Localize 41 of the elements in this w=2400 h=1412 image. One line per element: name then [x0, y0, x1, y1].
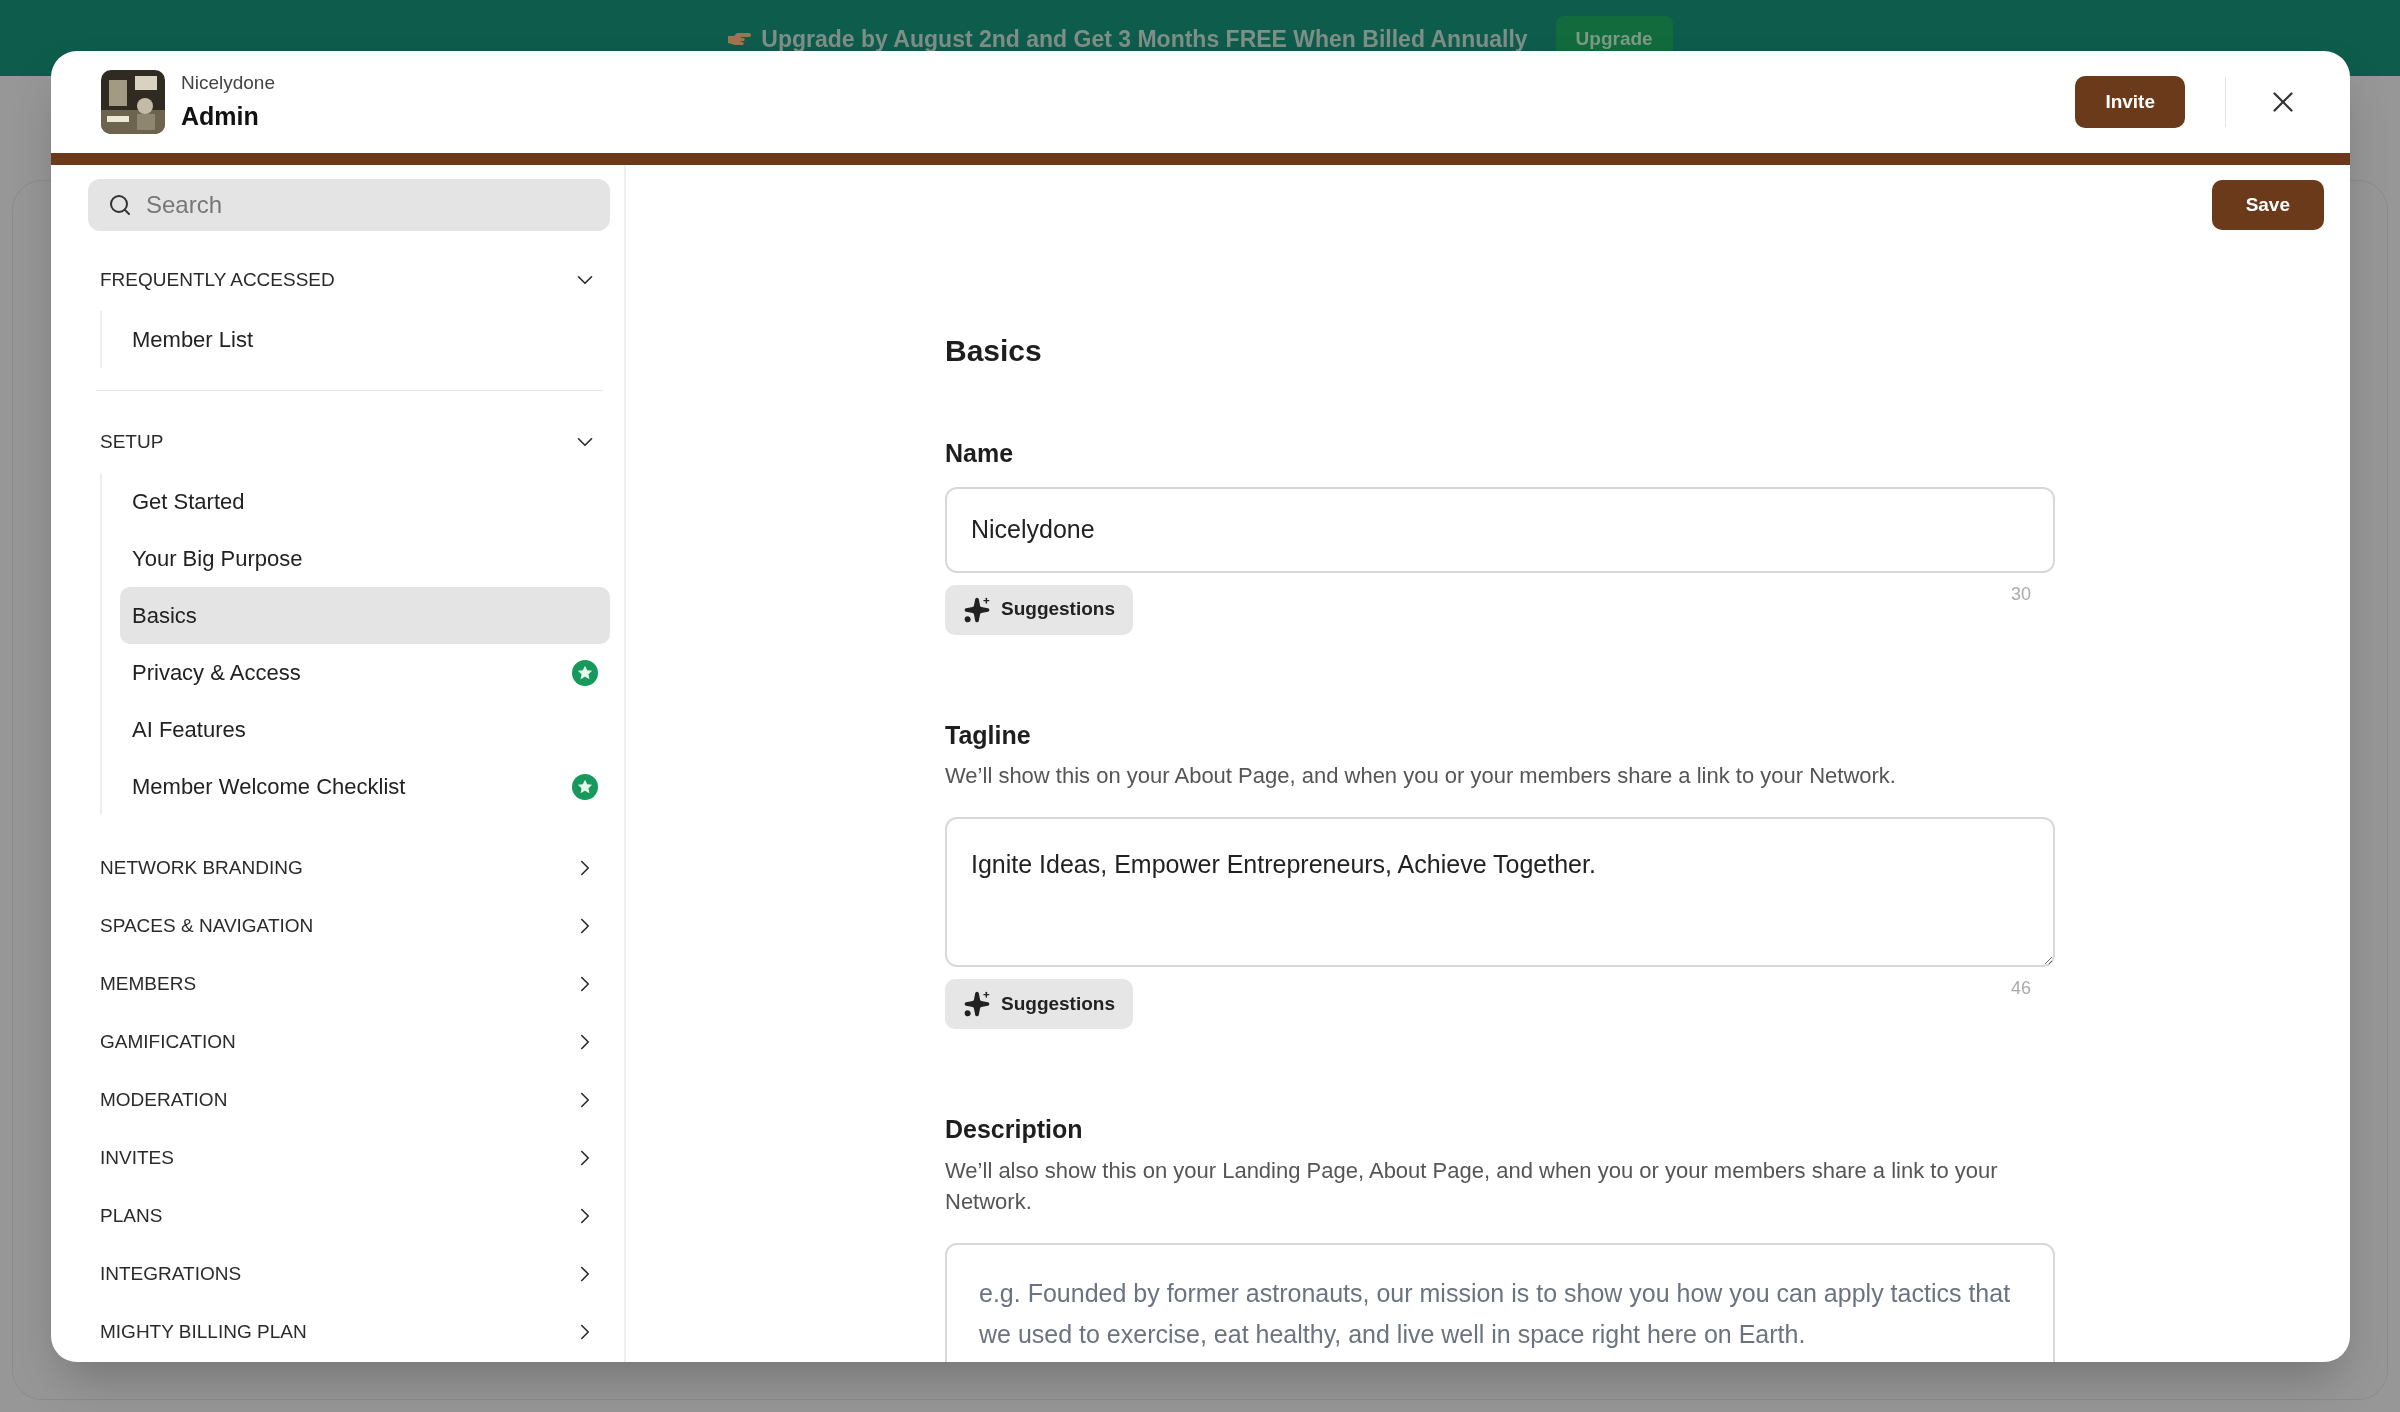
section-header[interactable]: INVITES	[88, 1129, 610, 1187]
section-header[interactable]: SPACES & NAVIGATION	[88, 897, 610, 955]
save-button[interactable]: Save	[2211, 180, 2324, 230]
sparkles-icon	[963, 595, 991, 624]
sidebar-item[interactable]: Member List	[120, 311, 610, 368]
section-header[interactable]: MODERATION	[88, 1071, 610, 1129]
tagline-field[interactable]: Ignite Ideas, Empower Entrepreneurs, Achieve Together.	[945, 817, 2055, 967]
section-header[interactable]: NETWORK BRANDING	[88, 839, 610, 897]
field-label: Name	[945, 438, 1015, 469]
search-field[interactable]: Search	[88, 179, 610, 231]
pointing-hand-icon	[727, 32, 752, 47]
sidebar-item[interactable]: Member Welcome Checklist	[120, 758, 610, 815]
search-icon	[108, 193, 132, 217]
section-header[interactable]: GAMIFICATION	[88, 1013, 610, 1071]
name-field[interactable]: Nicelydone	[945, 486, 2055, 573]
character-count: 30	[2010, 582, 2031, 606]
suggestions-button[interactable]: Suggestions	[945, 584, 1133, 635]
sidebar-item[interactable]: Get Started	[120, 473, 610, 530]
field-label: Description	[945, 1114, 1084, 1145]
field-help-text: We’ll also show this on your Landing Page, About Page, and when you or your members share a link to your Network.	[945, 1156, 1999, 1216]
sparkles-icon	[963, 990, 991, 1018]
sidebar-item[interactable]: Your Big Purpose	[120, 530, 610, 587]
section-header[interactable]: FREQUENTLY ACCESSED	[88, 251, 610, 309]
sidebar-item[interactable]: Privacy & Access	[120, 644, 610, 701]
section-header[interactable]: MEMBERS	[88, 955, 610, 1013]
section-header[interactable]: SETUP	[88, 413, 610, 471]
section-header[interactable]: INTEGRATIONS	[88, 1245, 610, 1303]
description-field[interactable]: e.g. Founded by former astronauts, our mission is to show you how you can apply tactics that we used to exercise, eat healthy, and live well in space right here on Earth.	[945, 1242, 2055, 1362]
field-help-text: We’ll show this on your About Page, and when you or your members share a link to your Network.	[945, 762, 1897, 790]
character-count: 46	[2010, 977, 2031, 1000]
banner-text: Upgrade by August 2nd and Get 3 Months FREE When Billed Annually	[761, 25, 1528, 54]
field-label: Tagline	[945, 719, 1032, 751]
org-name: Nicelydone	[181, 71, 275, 95]
section-header[interactable]: MIGHTY BILLING PLAN	[88, 1303, 610, 1361]
sidebar-item[interactable]: Basics	[120, 587, 610, 644]
sidebar-item[interactable]: AI Features	[120, 701, 610, 758]
modal-title: Admin	[181, 100, 260, 132]
suggestions-button[interactable]: Suggestions	[945, 979, 1133, 1029]
section-title: Basics	[945, 333, 1043, 369]
invite-button[interactable]: Invite	[2075, 76, 2185, 128]
section-header[interactable]: PLANS	[88, 1187, 610, 1245]
